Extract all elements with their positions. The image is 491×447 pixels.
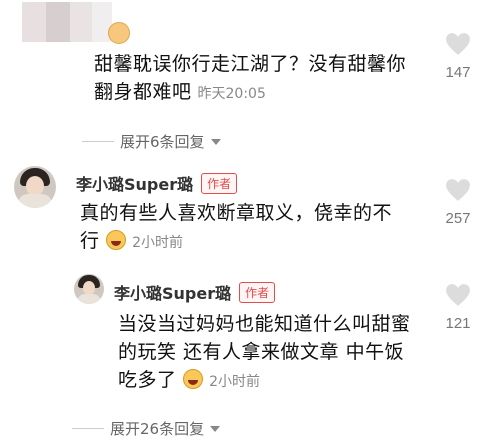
like-count: 257 [445,210,471,227]
like-count: 121 [445,315,471,332]
heart-icon [446,284,470,306]
author-badge: 作者 [201,172,238,194]
divider [72,428,104,429]
expand-replies-label: 展开6条回复 [120,133,205,151]
comment-text: 甜馨耽误你行走江湖了？没有甜馨你 翻身都难吧 昨天20:05 [94,53,407,103]
comment-text: 当没当过妈妈也能知道什么叫甜蜜 的玩笑 还有人拿来做文章 中午饭 吃多了 2小时… [118,313,411,391]
username[interactable]: 李小璐Super璐 [76,171,193,195]
comment-text: 真的有些人喜欢断章取义，侥幸的不 行 2小时前 [80,202,393,252]
chevron-down-icon [210,425,221,432]
expand-replies-button[interactable]: 展开6条回复 [82,131,221,152]
chevron-down-icon [210,138,221,145]
like-button[interactable]: 147 [438,32,478,81]
comment-author[interactable]: 李小璐Super璐 作者 [76,171,238,195]
expand-replies-label: 展开26条回复 [110,420,205,438]
avatar[interactable] [14,166,56,208]
heart-icon [446,179,470,201]
laughing-emoji-icon [183,369,204,389]
comment-time: 昨天20:05 [197,86,266,102]
heart-icon [446,33,470,55]
like-button[interactable]: 257 [438,178,478,227]
emoji-icon [108,22,130,44]
expand-replies-button[interactable]: 展开26条回复 [72,418,221,439]
divider [82,141,114,142]
username[interactable]: 李小璐Super璐 [114,280,231,304]
comment-time: 2小时前 [132,235,183,251]
comment-time: 2小时前 [209,374,260,390]
like-button[interactable]: 121 [438,283,478,332]
like-count: 147 [445,64,471,81]
comment-author[interactable]: 李小璐Super璐 作者 [114,280,276,304]
laughing-emoji-icon [106,230,127,250]
avatar[interactable] [74,274,104,304]
author-badge: 作者 [239,281,276,303]
